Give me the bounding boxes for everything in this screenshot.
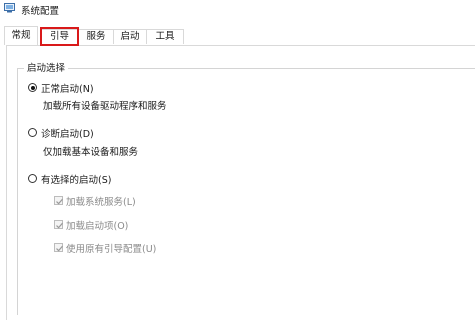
- diagnostic-startup-label[interactable]: 诊断启动(D): [41, 126, 94, 140]
- normal-startup-radio[interactable]: [28, 83, 37, 92]
- selective-startup-label[interactable]: 有选择的启动(S): [41, 172, 111, 186]
- tab-services-label: 服务: [86, 31, 106, 42]
- use-original-boot-config-label: 使用原有引导配置(U): [66, 244, 157, 255]
- normal-startup-label[interactable]: 正常启动(N): [41, 81, 94, 95]
- startup-selection-label: 启动选择: [24, 60, 69, 74]
- checkmark-icon: [56, 245, 63, 252]
- load-system-services-label: 加载系统服务(L): [66, 197, 136, 208]
- tab-tools[interactable]: 工具: [146, 29, 184, 44]
- checkmark-icon: [56, 222, 63, 229]
- load-startup-items-label: 加载启动项(O): [66, 221, 129, 232]
- tab-strip: 常规 引导 服务 启动 工具: [0, 26, 475, 46]
- tab-boot-label: 引导: [49, 31, 69, 42]
- diagnostic-startup-description: 仅加载基本设备和服务: [43, 147, 139, 158]
- selective-startup-radio[interactable]: [28, 174, 37, 183]
- normal-startup-description: 加载所有设备驱动程序和服务: [43, 101, 167, 112]
- use-original-boot-config-checkbox[interactable]: [54, 243, 63, 252]
- window-title: 系统配置: [21, 6, 60, 17]
- load-system-services-checkbox[interactable]: [54, 196, 63, 205]
- tab-services[interactable]: 服务: [78, 29, 114, 44]
- tab-tools-label: 工具: [155, 31, 175, 42]
- title-bar: 系统配置: [0, 0, 475, 20]
- tab-general-label: 常规: [11, 30, 31, 41]
- tab-general[interactable]: 常规: [4, 26, 38, 45]
- diagnostic-startup-radio[interactable]: [28, 128, 37, 137]
- tab-startup[interactable]: 启动: [113, 29, 147, 44]
- checkmark-icon: [56, 198, 63, 205]
- system-config-icon: [4, 3, 15, 13]
- load-startup-items-checkbox[interactable]: [54, 220, 63, 229]
- tab-boot[interactable]: 引导: [40, 29, 79, 44]
- tab-startup-label: 启动: [120, 31, 140, 42]
